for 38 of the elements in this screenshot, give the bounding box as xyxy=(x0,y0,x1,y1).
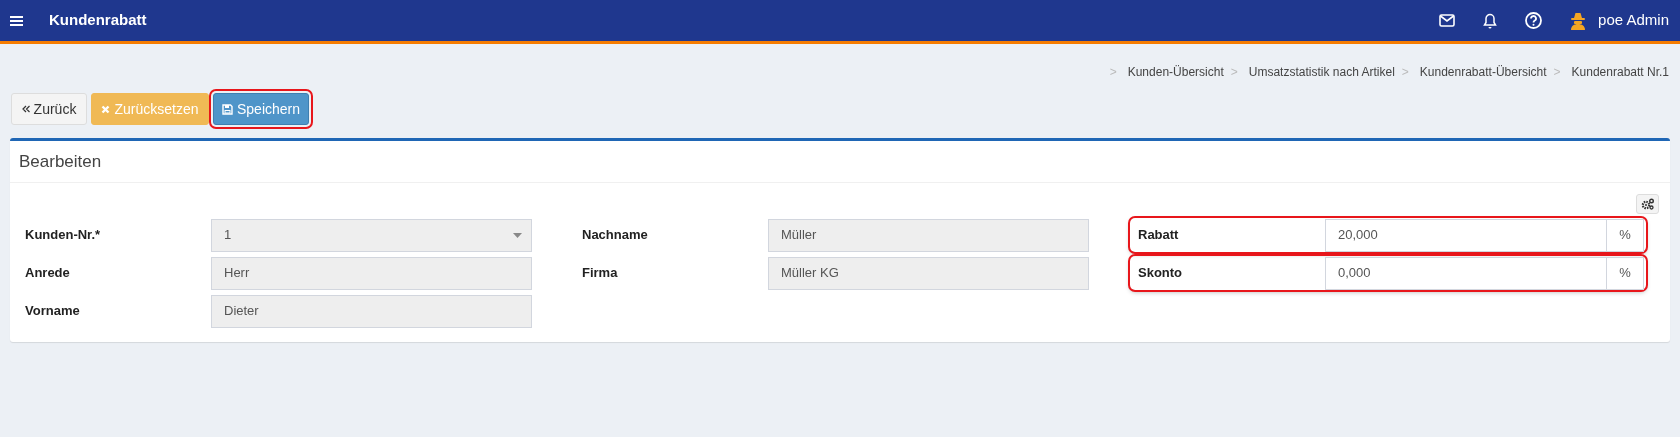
back-button[interactable]: Zurück xyxy=(11,93,87,125)
breadcrumb-separator: > xyxy=(1109,64,1117,81)
input-field[interactable]: Herr xyxy=(211,256,532,290)
user-name[interactable]: poe Admin xyxy=(1598,9,1669,32)
field-label: Firma xyxy=(582,264,619,283)
page-title: Kundenrabatt xyxy=(49,10,147,31)
field-label: Kunden-Nr.* xyxy=(25,226,102,245)
breadcrumb-link[interactable]: Kundenrabatt Nr.1 xyxy=(1571,63,1669,81)
unit-addon: % xyxy=(1607,256,1644,290)
settings-button[interactable] xyxy=(1636,194,1659,214)
breadcrumb-link[interactable]: Kundenrabatt-Übersicht xyxy=(1419,63,1547,81)
breadcrumb-link[interactable]: Umsatzstatistik nach Artikel xyxy=(1248,63,1395,81)
caret-icon xyxy=(513,232,522,238)
input-field[interactable]: Müller xyxy=(768,218,1089,252)
input-field[interactable]: Dieter xyxy=(211,294,532,328)
mail-icon[interactable] xyxy=(1439,14,1456,27)
close-icon xyxy=(101,104,111,114)
double-chevron-left-icon xyxy=(21,105,30,113)
field-label: Skonto xyxy=(1138,264,1184,283)
gears-icon xyxy=(1641,198,1654,210)
field-label: Vorname xyxy=(25,302,81,321)
breadcrumb-link[interactable]: Kunden-Übersicht xyxy=(1127,63,1224,81)
bell-icon[interactable] xyxy=(1483,12,1498,29)
select-field[interactable]: 1 xyxy=(211,218,532,252)
field-label: Nachname xyxy=(582,226,649,245)
unit-addon: % xyxy=(1607,218,1644,252)
input-field[interactable]: Müller KG xyxy=(768,256,1089,290)
card-title: Bearbeiten xyxy=(19,150,102,173)
input-field[interactable]: 20,000 xyxy=(1325,218,1607,252)
help-icon[interactable] xyxy=(1525,12,1543,29)
breadcrumb-separator: > xyxy=(1230,64,1238,81)
field-label: Rabatt xyxy=(1138,226,1180,245)
spy-avatar-icon[interactable] xyxy=(1570,11,1587,30)
breadcrumb-separator: > xyxy=(1401,64,1409,81)
field-label: Anrede xyxy=(25,264,71,283)
breadcrumb-separator: > xyxy=(1553,64,1561,81)
input-field[interactable]: 0,000 xyxy=(1325,256,1607,290)
menu-icon[interactable] xyxy=(10,14,23,27)
